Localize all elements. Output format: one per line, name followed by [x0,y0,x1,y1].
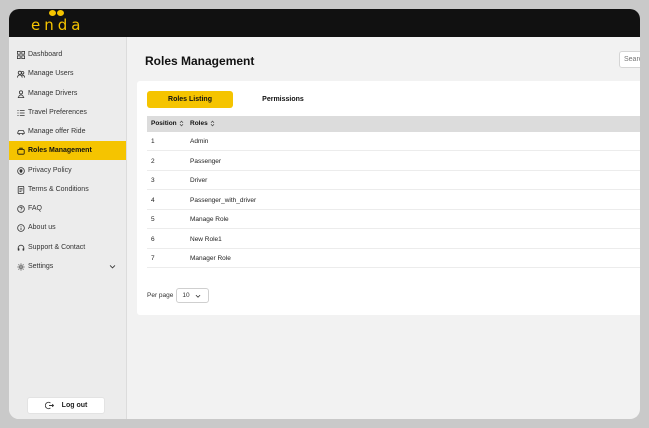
table-row[interactable]: 2 Passenger [147,152,640,171]
cell-role: Passenger_with_driver [190,197,257,204]
sidebar-item-label: Roles Management [28,147,92,154]
cell-position: 2 [151,158,155,165]
sidebar-item-about-us[interactable]: About us [9,218,126,237]
table-row[interactable]: 6 New Role1 [147,230,640,249]
headset-icon [17,244,25,251]
per-page-select[interactable]: 10 [176,288,210,303]
table-row[interactable]: 4 Passenger_with_driver [147,191,640,210]
cell-role: Passenger [190,158,222,165]
tab-permissions[interactable]: Permissions [240,91,326,108]
users-icon [17,70,25,78]
main-content: Roles Management Roles Listing Permissio… [127,37,640,419]
search-input[interactable] [619,51,640,68]
sidebar-item-roles-management[interactable]: Roles Management [9,141,126,160]
top-bar: enda [9,9,640,37]
gear-icon [17,262,25,271]
sidebar-item-label: Support & Contact [28,244,86,251]
cell-role: Manage Role [190,216,229,223]
sidebar-item-manage-users[interactable]: Manage Users [9,64,126,83]
brand-name: enda [31,16,85,34]
sidebar-item-support-contact[interactable]: Support & Contact [9,238,126,257]
cell-position: 1 [151,138,155,145]
sidebar-item-label: Terms & Conditions [28,186,89,193]
cell-role: Driver [190,177,208,184]
table-row[interactable]: 3 Driver [147,171,640,190]
sidebar-item-label: Travel Preferences [28,109,87,116]
pagination: Per page 10 [147,288,210,303]
cell-position: 4 [151,197,155,204]
chevron-down-icon [109,265,116,269]
sidebar-item-manage-drivers[interactable]: Manage Drivers [9,84,126,103]
sidebar-item-dashboard[interactable]: Dashboard [9,45,126,64]
car-icon [17,129,25,135]
table-row[interactable]: 5 Manage Role [147,210,640,229]
logout-button[interactable]: Log out [27,397,105,414]
table-row[interactable]: 1 Admin [147,132,640,151]
question-icon [17,204,25,213]
sidebar-item-label: Manage Drivers [28,90,78,97]
brand-logo[interactable]: enda [31,10,91,36]
driver-icon [17,89,25,98]
cell-role: Manager Role [190,255,231,262]
sidebar-item-label: Settings [28,263,54,270]
per-page-label: Per page [147,292,174,299]
sidebar: Dashboard Manage Users Manage Drivers Tr… [9,37,127,419]
sidebar-item-settings[interactable]: Settings [9,257,126,276]
cell-position: 7 [151,255,155,262]
info-icon [17,223,25,232]
logout-label: Log out [61,402,88,409]
sidebar-item-label: Privacy Policy [28,167,72,174]
cell-role: New Role1 [190,236,222,243]
cell-position: 3 [151,177,155,184]
cell-role: Admin [190,138,209,145]
shield-icon [17,166,25,175]
document-icon [17,185,25,194]
sidebar-item-manage-offer-ride[interactable]: Manage offer Ride [9,122,126,141]
table-header: Position Roles [147,116,640,132]
chevron-down-icon [195,294,201,298]
sort-icon [179,120,183,127]
column-header-label: Roles [190,120,208,127]
per-page-value: 10 [182,292,190,299]
sort-icon [210,120,214,127]
cell-position: 6 [151,236,155,243]
table-row[interactable]: 7 Manager Role [147,249,640,268]
sidebar-item-privacy-policy[interactable]: Privacy Policy [9,161,126,180]
column-header-position[interactable]: Position [151,120,184,127]
roles-card: Roles Listing Permissions Position Roles… [137,81,640,315]
sidebar-item-label: FAQ [28,205,43,212]
column-header-roles[interactable]: Roles [190,120,215,127]
sidebar-item-faq[interactable]: FAQ [9,199,126,218]
sidebar-item-label: Manage Users [28,70,74,77]
sidebar-item-label: Dashboard [28,51,63,58]
page-title: Roles Management [145,54,255,68]
tab-roles-listing[interactable]: Roles Listing [147,91,233,108]
roles-icon [17,147,25,155]
app-window: enda Dashboard Manage Users Manage Drive… [9,9,640,419]
column-header-label: Position [151,120,177,127]
sidebar-item-terms-conditions[interactable]: Terms & Conditions [9,180,126,199]
dashboard-grid-icon [17,50,25,59]
logout-icon [44,401,54,410]
list-icon [17,109,25,116]
cell-position: 5 [151,216,155,223]
sidebar-item-label: About us [28,224,56,231]
sidebar-item-travel-preferences[interactable]: Travel Preferences [9,103,126,122]
sidebar-item-label: Manage offer Ride [28,128,86,135]
